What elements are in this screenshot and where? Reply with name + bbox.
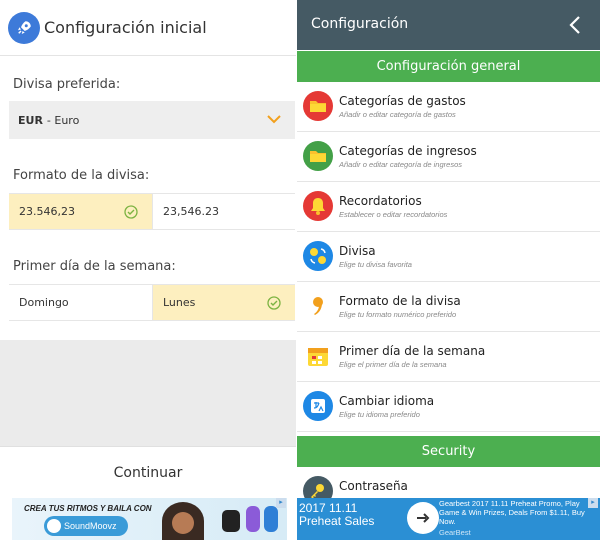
ad-image-face: [172, 512, 194, 534]
settings-header: Configuración: [297, 0, 600, 50]
menu-item-subtitle: Establecer o editar recordatorios: [339, 210, 448, 219]
currency-format-options: 23.546,23 23,546.23: [9, 193, 295, 230]
menu-item-expense-categories[interactable]: Categorías de gastos Añadir o editar cat…: [297, 82, 600, 132]
ad-product-image: [222, 510, 240, 532]
currency-exchange-icon: [303, 241, 333, 271]
check-circle-icon: [124, 205, 138, 222]
empty-area: [0, 340, 296, 446]
menu-item-reminders[interactable]: Recordatorios Establecer o editar record…: [297, 182, 600, 232]
settings-title: Configuración: [311, 16, 409, 32]
first-weekday-label: Primer día de la semana:: [13, 259, 176, 274]
menu-item-subtitle: Elige tu divisa favorita: [339, 260, 412, 269]
back-button[interactable]: [564, 14, 586, 36]
section-security: Security: [297, 436, 600, 467]
calendar-icon: [303, 341, 333, 371]
folder-icon: [303, 141, 333, 171]
section-general: Configuración general: [297, 51, 600, 82]
format-option-comma-decimal[interactable]: 23.546,23: [9, 194, 152, 229]
ad-product-image: [246, 506, 260, 532]
arrow-right-icon[interactable]: [407, 502, 439, 534]
menu-item-title: Divisa: [339, 244, 376, 258]
currency-code: EUR: [18, 113, 43, 127]
currency-name: - Euro: [46, 113, 80, 127]
currency-format-label: Formato de la divisa:: [13, 168, 150, 183]
weekday-option-sunday[interactable]: Domingo: [9, 285, 152, 320]
continue-button[interactable]: Continuar: [0, 446, 296, 498]
menu-item-currency-format[interactable]: Formato de la divisa Elige tu formato nu…: [297, 282, 600, 332]
chevron-left-icon: [569, 16, 580, 34]
menu-item-income-categories[interactable]: Categorías de ingresos Añadir o editar c…: [297, 132, 600, 182]
menu-item-subtitle: Elige el primer día de la semana: [339, 360, 447, 369]
weekday-option-label: Lunes: [163, 296, 196, 309]
menu-item-title: Categorías de gastos: [339, 94, 466, 108]
rocket-icon: [8, 12, 40, 44]
menu-item-first-weekday[interactable]: Primer día de la semana Elige el primer …: [297, 332, 600, 382]
menu-item-currency[interactable]: Divisa Elige tu divisa favorita: [297, 232, 600, 282]
chevron-down-icon: [267, 114, 281, 127]
menu-item-change-language[interactable]: Cambiar idioma Elige tu idioma preferido: [297, 382, 600, 432]
weekday-option-monday[interactable]: Lunes: [152, 285, 295, 320]
ad-text: CREA TUS RITMOS Y BAILA CON: [24, 504, 152, 513]
folder-icon: [303, 91, 333, 121]
play-icon: [47, 519, 61, 533]
ad-brand: SoundMoovz: [64, 521, 117, 531]
ad-brand: GearBest: [439, 528, 471, 537]
language-icon: [303, 391, 333, 421]
adchoices-icon[interactable]: ▸: [588, 498, 598, 508]
first-weekday-options: Domingo Lunes: [9, 284, 295, 321]
menu-item-subtitle: Añadir o editar categoría de gastos: [339, 110, 456, 119]
menu-item-title: Cambiar idioma: [339, 394, 435, 408]
format-option-label: 23,546.23: [163, 205, 219, 218]
initial-setup-panel: Configuración inicial Divisa preferida: …: [0, 0, 296, 498]
ad-headline: 2017 11.11 Preheat Sales: [299, 501, 375, 528]
menu-item-password[interactable]: Contraseña: [297, 467, 600, 498]
menu-item-subtitle: Elige tu formato numérico preferido: [339, 310, 457, 319]
weekday-option-label: Domingo: [19, 296, 69, 309]
settings-panel: Configuración Configuración general Cate…: [297, 0, 600, 498]
menu-item-title: Primer día de la semana: [339, 344, 486, 358]
ad-body: Gearbest 2017 11.11 Preheat Promo, Play …: [439, 499, 585, 526]
format-option-dot-decimal[interactable]: 23,546.23: [152, 194, 295, 229]
currency-select[interactable]: EUR - Euro: [9, 101, 295, 139]
menu-item-title: Contraseña: [339, 479, 408, 493]
menu-item-title: Categorías de ingresos: [339, 144, 477, 158]
comma-icon: [303, 291, 333, 321]
format-option-label: 23.546,23: [19, 205, 75, 218]
currency-label: Divisa preferida:: [13, 77, 121, 92]
menu-item-subtitle: Añadir o editar categoría de ingresos: [339, 160, 462, 169]
menu-item-title: Recordatorios: [339, 194, 422, 208]
left-header: Configuración inicial: [0, 0, 296, 56]
ad-banner-left[interactable]: CREA TUS RITMOS Y BAILA CON SoundMoovz ▸: [0, 498, 296, 540]
ad-product-image: [264, 506, 278, 532]
check-circle-icon: [267, 296, 281, 313]
key-icon: [303, 476, 333, 498]
ad-banner-right[interactable]: 2017 11.11 Preheat Sales Gearbest 2017 1…: [297, 498, 600, 540]
page-title: Configuración inicial: [44, 18, 207, 37]
menu-item-title: Formato de la divisa: [339, 294, 461, 308]
menu-item-subtitle: Elige tu idioma preferido: [339, 410, 420, 419]
adchoices-icon[interactable]: ▸: [276, 498, 286, 508]
bell-icon: [303, 191, 333, 221]
